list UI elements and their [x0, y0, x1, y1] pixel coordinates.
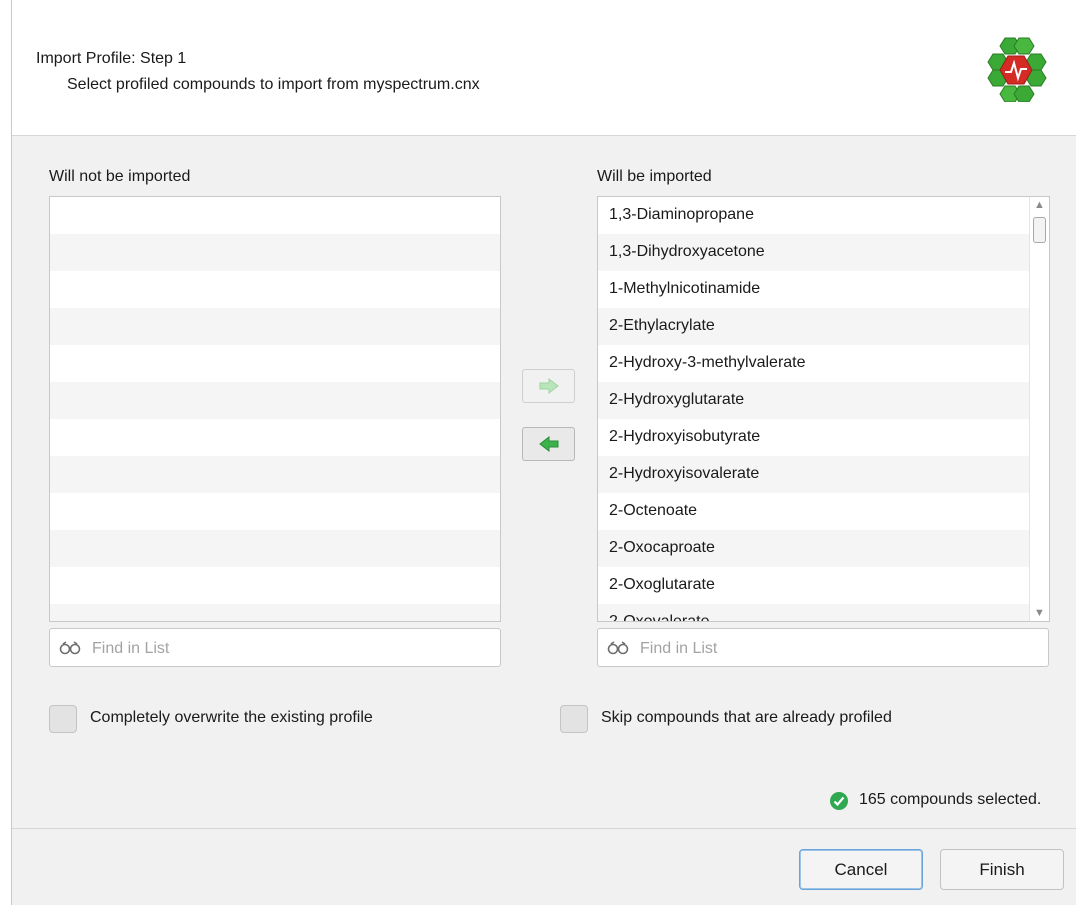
- cancel-button[interactable]: Cancel: [799, 849, 923, 890]
- empty-list-row: [50, 530, 500, 567]
- empty-list-row: [50, 382, 500, 419]
- finish-button[interactable]: Finish: [940, 849, 1064, 890]
- compound-list-item[interactable]: 2-Hydroxyglutarate: [598, 382, 1049, 419]
- empty-list-row: [50, 197, 500, 234]
- empty-list-row: [50, 271, 500, 308]
- not-imported-list[interactable]: [49, 196, 501, 622]
- compound-list-item[interactable]: 2-Hydroxyisobutyrate: [598, 419, 1049, 456]
- import-profile-dialog: Import Profile: Step 1 Select profiled c…: [11, 0, 1076, 905]
- compound-list-item[interactable]: 2-Oxovalerate: [598, 604, 1049, 621]
- imported-list[interactable]: 1,3-Diaminopropane 1,3-Dihydroxyacetone 1-…: [597, 196, 1050, 622]
- binoculars-icon: [607, 641, 629, 655]
- move-to-not-imported-button[interactable]: [522, 427, 575, 461]
- compound-list-item[interactable]: 2-Hydroxyisovalerate: [598, 456, 1049, 493]
- compound-list-item[interactable]: 1,3-Diaminopropane: [598, 197, 1049, 234]
- empty-list-row: [50, 456, 500, 493]
- chenomx-hexagon-logo-icon: [987, 37, 1047, 102]
- compound-list-item[interactable]: 1,3-Dihydroxyacetone: [598, 234, 1049, 271]
- binoculars-icon: [59, 641, 81, 655]
- overwrite-checkbox[interactable]: [49, 705, 77, 733]
- scroll-down-icon[interactable]: ▼: [1030, 605, 1049, 621]
- left-find-input[interactable]: [90, 635, 484, 663]
- arrow-left-icon: [539, 436, 559, 452]
- compound-list-item[interactable]: 2-Oxoglutarate: [598, 567, 1049, 604]
- compound-list-item[interactable]: 2-Hydroxy-3-methylvalerate: [598, 345, 1049, 382]
- dialog-title: Import Profile: Step 1: [36, 50, 187, 67]
- right-list-label: Will be imported: [597, 168, 712, 185]
- compound-list-item[interactable]: 2-Oxocaproate: [598, 530, 1049, 567]
- empty-list-row: [50, 567, 500, 604]
- dialog-header: Import Profile: Step 1 Select profiled c…: [12, 0, 1076, 136]
- scroll-thumb[interactable]: [1033, 217, 1046, 243]
- empty-list-row: [50, 419, 500, 456]
- skip-checkbox[interactable]: [560, 705, 588, 733]
- right-find-field[interactable]: [597, 628, 1049, 667]
- scroll-up-icon[interactable]: ▲: [1030, 197, 1049, 213]
- compound-list-item[interactable]: 2-Ethylacrylate: [598, 308, 1049, 345]
- compound-list-item[interactable]: 2-Octenoate: [598, 493, 1049, 530]
- footer-divider: [12, 828, 1076, 829]
- skip-label: Skip compounds that are already profiled: [601, 709, 892, 726]
- empty-list-row: [50, 493, 500, 530]
- selection-status: 165 compounds selected.: [829, 789, 1065, 813]
- overwrite-label: Completely overwrite the existing profil…: [90, 709, 373, 726]
- imported-list-scrollbar[interactable]: ▲ ▼: [1029, 197, 1049, 621]
- right-find-input[interactable]: [638, 635, 1032, 663]
- imported-list-rows: 1,3-Diaminopropane 1,3-Dihydroxyacetone 1-…: [598, 197, 1049, 621]
- move-to-imported-button[interactable]: [522, 369, 575, 403]
- left-list-label: Will not be imported: [49, 168, 191, 185]
- empty-list-row: [50, 308, 500, 345]
- empty-list-row: [50, 345, 500, 382]
- dialog-subtitle: Select profiled compounds to import from…: [67, 76, 480, 93]
- compound-list-item[interactable]: 1-Methylnicotinamide: [598, 271, 1049, 308]
- empty-list-row: [50, 604, 500, 621]
- status-text: 165 compounds selected.: [859, 791, 1042, 808]
- check-circle-icon: [830, 792, 848, 810]
- arrow-right-icon: [539, 378, 559, 394]
- left-find-field[interactable]: [49, 628, 501, 667]
- empty-list-row: [50, 234, 500, 271]
